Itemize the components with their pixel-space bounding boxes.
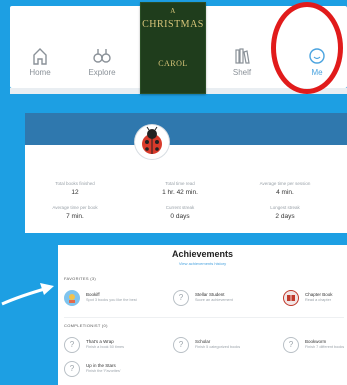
book-icon [283,290,299,306]
stat-value: 1 hr. 42 min. [162,189,198,196]
ladybug-icon[interactable] [135,125,169,159]
stats-card: Total books finished 12 Total time read … [25,113,347,233]
badge-description: Finish the 'Favorites' [86,369,121,373]
question-icon: ? [64,361,80,377]
badge-name: Up in the Stars [86,363,116,368]
book-title-line1: A [170,7,176,15]
badge-name: Stellar Student [195,292,225,297]
question-icon: ? [173,337,189,353]
stat-avg-session: Average time per session 4 min. [235,181,335,196]
arrow-pointer-graphic [1,283,54,306]
stat-label: Longest streak [270,205,300,210]
stat-label: Total books finished [55,181,95,186]
achievements-history-link[interactable]: View achievements history [58,261,347,266]
stat-total-books: Total books finished 12 [25,181,125,196]
badge-name: Scholar [195,339,211,344]
question-icon: ? [173,290,189,306]
stat-value: 2 days [275,213,295,220]
stat-value: 12 [71,189,79,196]
nav-home[interactable]: Home [18,46,62,88]
nav-me-label: Me [311,68,323,77]
section-divider [64,317,344,318]
stat-label: Average time per session [259,181,311,186]
badge-description: Finish 7 different books [305,345,345,349]
badge-thats-a-wrap[interactable]: ? That's a Wrap Finish a book 50 times [64,337,174,361]
badge-stellar-student[interactable]: ? Stellar Student Score an achievement [173,290,283,314]
achievements-card: Achievements View achievements history F… [58,245,347,385]
section-label-completionist: COMPLETIONIST (0) [64,323,108,328]
stat-label: Average time per book [52,205,98,210]
binoculars-icon [80,46,124,66]
badge-chapter-book[interactable]: Chapter Book Read a chapter [283,290,347,314]
bookworm-icon [64,290,80,306]
badge-description: Read a chapter [305,298,331,302]
nav-shelf[interactable]: Shelf [220,46,264,88]
stat-label: Current streak [165,205,195,210]
badge-name: Bookworm [305,339,327,344]
nav-explore-label: Explore [88,68,116,77]
badge-name: Chapter Book [305,292,333,297]
badge-bookworm[interactable]: ? Bookworm Finish 7 different books [283,337,347,361]
badge-up-in-the-stars[interactable]: ? Up in the Stars Finish the 'Favorites' [64,361,174,385]
badge-scholar[interactable]: ? Scholar Finish 5 categorized books [173,337,283,361]
badge-description: Finish a book 50 times [86,345,124,349]
stat-avg-book: Average time per book 7 min. [25,205,125,220]
stat-current-streak: Current streak 0 days [130,205,230,220]
badge-description: Spot 3 books you like the best [86,298,137,302]
nav-me[interactable]: Me [295,46,339,88]
stat-label: Total time read [165,181,195,186]
stat-total-time: Total time read 1 hr. 42 min. [130,181,230,196]
book-title-line2: CHRISTMAS [142,19,204,30]
badge-description: Finish 5 categorized books [195,345,241,349]
stat-longest-streak: Longest streak 2 days [235,205,335,220]
stat-value: 7 min. [66,213,84,220]
question-icon: ? [283,337,299,353]
stat-value: 0 days [170,213,190,220]
book-cover[interactable]: A CHRISTMAS CAROL [140,2,206,94]
nav-home-label: Home [29,68,51,77]
stats-header-banner [25,113,347,145]
nav-shelf-label: Shelf [232,68,252,77]
book-title-line3: CAROL [158,59,188,68]
badge-name: That's a Wrap [86,339,114,344]
badge-name: Bookiff [86,292,100,297]
section-label-favorites: FAVORITES (3) [64,276,97,281]
home-icon [18,46,62,66]
shelf-icon [220,46,264,66]
user-icon [295,46,339,66]
badge-bookiff[interactable]: Bookiff Spot 3 books you like the best [64,290,174,314]
achievements-title: Achievements [171,249,234,259]
badge-description: Score an achievement [195,298,233,302]
question-icon: ? [64,337,80,353]
nav-explore[interactable]: Explore [80,46,124,88]
stat-value: 4 min. [276,189,294,196]
